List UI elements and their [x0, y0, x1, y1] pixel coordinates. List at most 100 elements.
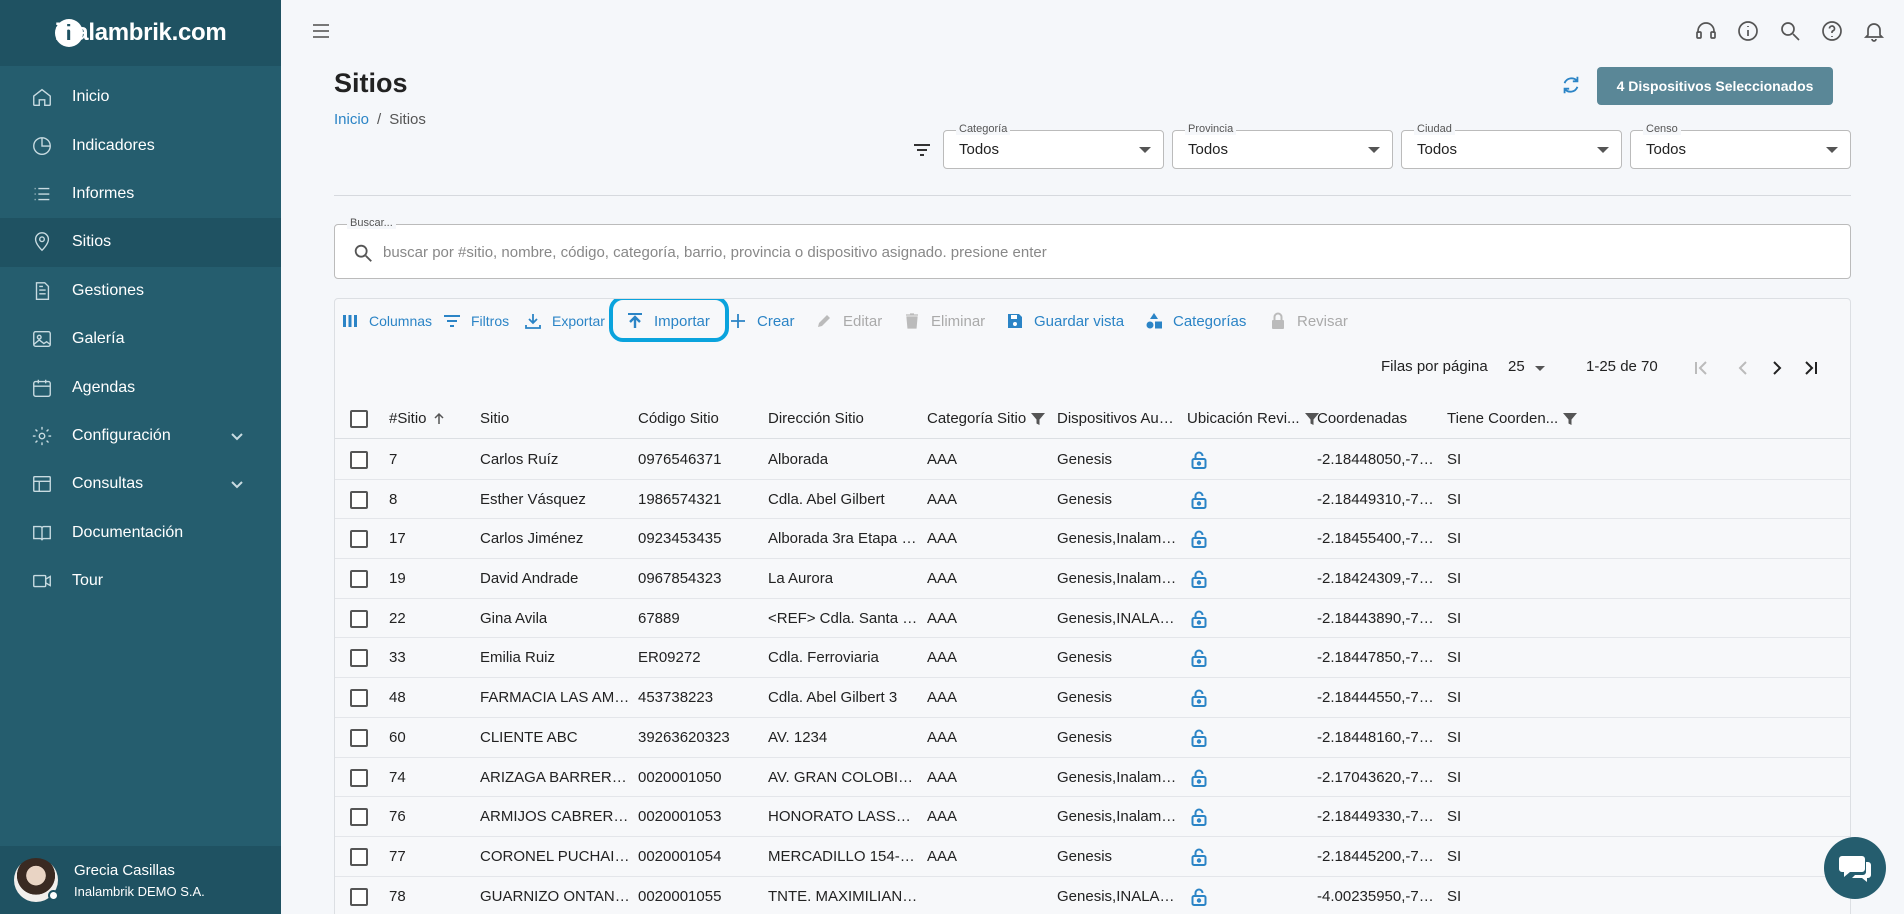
cell-categoria: AAA: [927, 570, 958, 588]
breadcrumb-home[interactable]: Inicio: [334, 111, 369, 128]
search-icon: [352, 242, 374, 268]
sidebar-item-tour[interactable]: Tour: [0, 557, 281, 605]
row-checkbox[interactable]: [350, 689, 368, 708]
prev-page-icon[interactable]: [1733, 358, 1753, 382]
col-codigo[interactable]: Código Sitio: [638, 410, 719, 427]
chat-button[interactable]: [1824, 837, 1886, 899]
unlock-icon[interactable]: [1189, 768, 1209, 792]
row-checkbox[interactable]: [350, 530, 368, 549]
import-button[interactable]: Importar: [626, 312, 710, 330]
row-checkbox[interactable]: [350, 808, 368, 827]
col-categoria[interactable]: Categoría Sitio: [927, 410, 1046, 427]
sidebar-item-informes[interactable]: Informes: [0, 170, 281, 218]
filter-list-icon[interactable]: [911, 139, 933, 165]
unlock-icon[interactable]: [1189, 728, 1209, 752]
table-row[interactable]: 74 ARIZAGA BARRERA VI... 0020001050 AV. GRA…: [335, 758, 1850, 798]
cell-sitio: CORONEL PUCHAICEL...: [480, 847, 630, 865]
row-checkbox[interactable]: [350, 570, 368, 589]
table-row[interactable]: 78 GUARNIZO ONTANEDA... 0020001055 TNTE. MA…: [335, 877, 1850, 914]
brand-logo[interactable]: i inalambrik.com: [0, 0, 281, 66]
sidebar-item-sitios[interactable]: Sitios: [0, 218, 281, 267]
censo-select[interactable]: Censo Todos: [1630, 123, 1851, 169]
categories-button[interactable]: Categorías: [1145, 312, 1246, 330]
table-row[interactable]: 48 FARMACIA LAS AMÉRI... 453738223 Cdla. Ab…: [335, 678, 1850, 718]
row-checkbox[interactable]: [350, 887, 368, 906]
sidebar-item-indicadores[interactable]: Indicadores: [0, 121, 281, 169]
col-tiene-coordenadas[interactable]: Tiene Coorden...: [1447, 410, 1578, 427]
categoria-select[interactable]: Categoría Todos: [943, 123, 1164, 169]
row-checkbox[interactable]: [350, 609, 368, 628]
row-checkbox[interactable]: [350, 728, 368, 747]
sidebar-item-agendas[interactable]: Agendas: [0, 363, 281, 411]
menu-icon[interactable]: [310, 20, 332, 46]
sidebar-item-configuracion[interactable]: Configuración: [0, 412, 281, 460]
columns-button[interactable]: Columnas: [341, 312, 432, 330]
sidebar-item-galeria[interactable]: Galería: [0, 315, 281, 363]
next-page-icon[interactable]: [1767, 358, 1787, 382]
sidebar-item-consultas[interactable]: Consultas: [0, 460, 281, 508]
table-row[interactable]: 7 Carlos Ruíz 0976546371 Alborada AAA Genesis…: [335, 440, 1850, 480]
row-checkbox[interactable]: [350, 649, 368, 668]
table-row[interactable]: 33 Emilia Ruiz ER09272 Cdla. Ferroviaria AAA…: [335, 638, 1850, 679]
unlock-icon[interactable]: [1189, 529, 1209, 553]
last-page-icon[interactable]: [1801, 358, 1821, 382]
unlock-icon[interactable]: [1189, 887, 1209, 911]
rows-per-page-select[interactable]: 25: [1508, 358, 1525, 375]
unlock-icon[interactable]: [1189, 807, 1209, 831]
col-coordenadas[interactable]: Coordenadas: [1317, 410, 1407, 427]
search-icon[interactable]: [1778, 19, 1802, 47]
select-all-checkbox[interactable]: [350, 410, 368, 428]
provincia-select[interactable]: Provincia Todos: [1172, 123, 1393, 169]
sidebar-item-inicio[interactable]: Inicio: [0, 73, 281, 121]
sidebar-item-documentacion[interactable]: Documentación: [0, 509, 281, 557]
bell-icon[interactable]: [1862, 19, 1886, 47]
row-checkbox[interactable]: [350, 768, 368, 787]
row-checkbox[interactable]: [350, 847, 368, 866]
col-sitio[interactable]: Sitio: [480, 410, 509, 427]
row-checkbox[interactable]: [350, 451, 368, 469]
create-button[interactable]: Crear: [729, 312, 795, 330]
row-checkbox[interactable]: [350, 490, 368, 509]
unlock-icon[interactable]: [1189, 490, 1209, 514]
export-button[interactable]: Exportar: [524, 312, 605, 330]
refresh-icon[interactable]: [1560, 74, 1582, 100]
table-row[interactable]: 8 Esther Vásquez 1986574321 Cdla. Abel Gilb…: [335, 480, 1850, 520]
unlock-icon[interactable]: [1189, 609, 1209, 633]
caret-down-icon[interactable]: [1535, 366, 1545, 371]
review-button[interactable]: Revisar: [1269, 312, 1348, 330]
delete-button[interactable]: Eliminar: [903, 312, 985, 330]
cell-coordenadas: -2.18448050,-79....: [1317, 451, 1439, 468]
col-sitio-num[interactable]: #Sitio: [389, 410, 447, 427]
sidebar-item-gestiones[interactable]: Gestiones: [0, 267, 281, 315]
cell-sitio-num: 60: [389, 728, 406, 746]
sidebar-nav: Inicio Indicadores Informes Sitios Gesti…: [0, 66, 281, 605]
info-icon[interactable]: [1736, 19, 1760, 47]
ciudad-select[interactable]: Ciudad Todos: [1401, 123, 1622, 169]
cell-codigo: 0020001050: [638, 768, 722, 786]
help-icon[interactable]: [1820, 19, 1844, 47]
unlock-icon[interactable]: [1189, 569, 1209, 593]
unlock-icon[interactable]: [1189, 450, 1209, 474]
first-page-icon[interactable]: [1691, 358, 1711, 382]
col-dispositivos[interactable]: Dispositivos Autori...: [1057, 410, 1175, 427]
cell-categoria: AAA: [927, 649, 958, 667]
search-input[interactable]: [383, 239, 1783, 265]
table-row[interactable]: 22 Gina Avila 67889 <REF> Cdla. Santa Clara…: [335, 599, 1850, 639]
filters-button[interactable]: Filtros: [443, 312, 509, 330]
selected-devices-button[interactable]: 4 Dispositivos Seleccionados: [1597, 67, 1833, 105]
table-row[interactable]: 77 CORONEL PUCHAICEL... 0020001054 MERCADIL…: [335, 837, 1850, 877]
cell-codigo: 0020001054: [638, 847, 722, 865]
unlock-icon[interactable]: [1189, 688, 1209, 712]
edit-button[interactable]: Editar: [815, 312, 882, 330]
col-direccion[interactable]: Dirección Sitio: [768, 410, 864, 427]
table-row[interactable]: 19 David Andrade 0967854323 La Aurora AAA Gen…: [335, 559, 1850, 599]
save-view-button[interactable]: Guardar vista: [1006, 312, 1124, 330]
user-profile[interactable]: Grecia Casillas Inalambrik DEMO S.A.: [0, 846, 281, 914]
table-row[interactable]: 60 CLIENTE ABC 39263620323 AV. 1234 AAA Genes…: [335, 718, 1850, 758]
support-icon[interactable]: [1694, 19, 1718, 47]
unlock-icon[interactable]: [1189, 847, 1209, 871]
table-row[interactable]: 17 Carlos Jiménez 0923453435 Alborada 3ra E…: [335, 519, 1850, 560]
table-row[interactable]: 76 ARMIJOS CABRERA ED... 0020001053 HONORAT…: [335, 797, 1850, 837]
col-ubicacion[interactable]: Ubicación Revi...: [1187, 410, 1320, 427]
unlock-icon[interactable]: [1189, 648, 1209, 672]
